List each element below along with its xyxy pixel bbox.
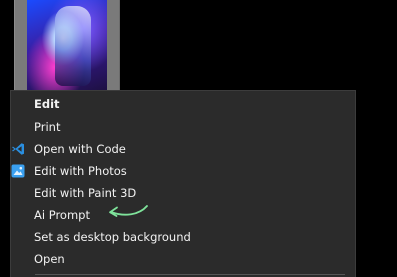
- menu-item-set-as-desktop-background[interactable]: Set as desktop background: [11, 226, 355, 248]
- menu-item-print[interactable]: Print: [11, 116, 355, 138]
- menu-item-edit-with-photos[interactable]: Edit with Photos: [11, 160, 355, 182]
- menu-item-ai-prompt[interactable]: Ai Prompt: [11, 204, 355, 226]
- menu-item-label: Set as desktop background: [34, 230, 191, 244]
- menu-item-label: Open with Code: [34, 142, 126, 156]
- character-figure: [55, 6, 91, 86]
- menu-item-edit[interactable]: Edit: [11, 93, 355, 115]
- anime-artwork-image: [27, 0, 107, 96]
- menu-item-open[interactable]: Open: [11, 248, 355, 270]
- context-menu: Edit Print Open with Code Edit with Phot…: [10, 90, 356, 277]
- desktop: Edit Print Open with Code Edit with Phot…: [0, 0, 397, 277]
- menu-item-label: Edit with Photos: [34, 164, 127, 178]
- photos-icon: [11, 163, 25, 178]
- menu-item-edit-with-paint-3d[interactable]: Edit with Paint 3D: [11, 182, 355, 204]
- menu-separator: [35, 274, 345, 275]
- menu-item-label: Open: [34, 252, 65, 266]
- menu-item-open-with-code[interactable]: Open with Code: [11, 138, 355, 160]
- menu-item-label: Edit with Paint 3D: [34, 186, 137, 200]
- menu-item-label: Ai Prompt: [34, 208, 90, 222]
- annotation-arrow-icon: [109, 205, 148, 217]
- vscode-icon: [11, 141, 25, 155]
- menu-item-label: Print: [34, 120, 61, 134]
- image-thumbnail[interactable]: [14, 0, 120, 100]
- menu-item-label: Edit: [34, 97, 60, 111]
